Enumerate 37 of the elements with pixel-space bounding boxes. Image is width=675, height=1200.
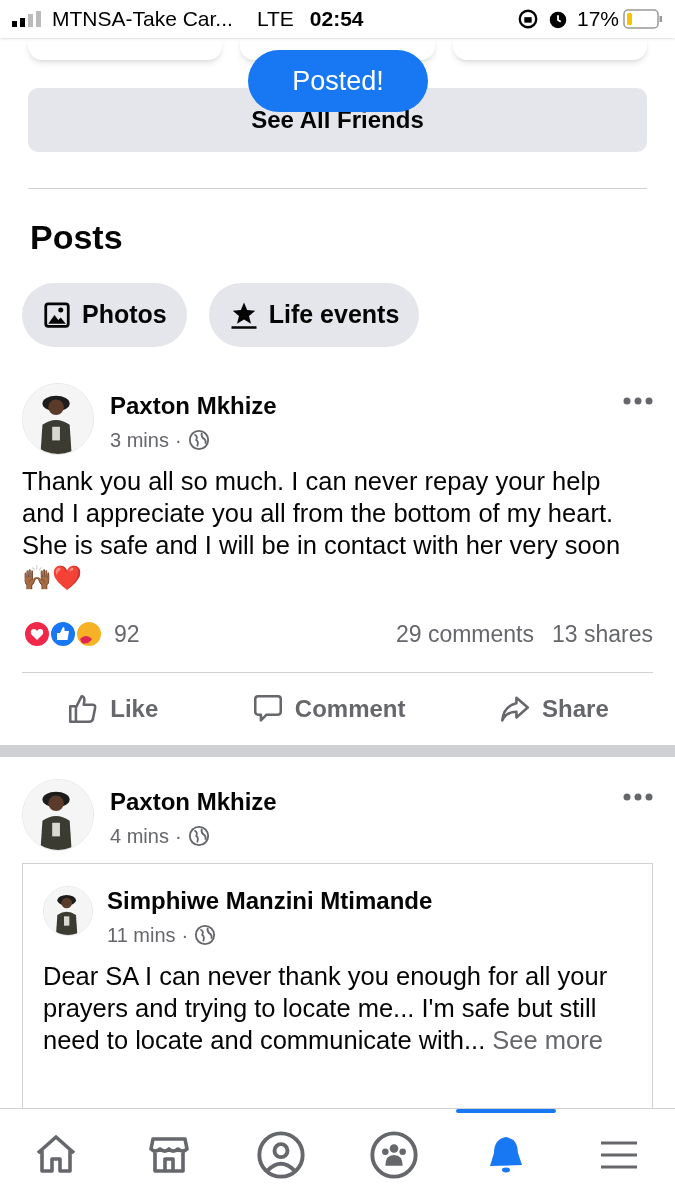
separator-dot: · [174, 823, 182, 849]
globe-icon [194, 923, 217, 946]
post-text: Thank you all so much. I can never repay your help and I appreciate you all from the bottom of my heart. She is safe and I will be in contact with her very soon [21, 466, 622, 561]
section-title: Posts [29, 217, 124, 257]
globe-icon [187, 429, 210, 451]
post-action[interactable]: Share [498, 690, 609, 727]
emoji: 🙌🏾❤ [21, 563, 83, 594]
more-icon[interactable] [623, 397, 653, 405]
groups-icon[interactable] [367, 1128, 420, 1181]
see-more-link[interactable]: See more [492, 1025, 603, 1054]
battery-icon [623, 9, 663, 29]
shares-count[interactable]: 13 shares [552, 617, 653, 652]
post-text: Dear SA I can never thank you enough for all your prayers and trying to locate me... I'm safe but still need to locate and communicate with... See more [42, 960, 609, 1056]
signal-icon [12, 11, 44, 27]
author-name[interactable]: Paxton Mkhize [110, 786, 277, 817]
photos-icon [42, 300, 72, 330]
post-time: 3 mins [110, 428, 169, 453]
battery-percent: 17% [576, 6, 619, 33]
carrier-name: MTNSA-Take Car... [52, 6, 233, 33]
comments-count[interactable]: 29 comments [395, 617, 534, 652]
more-icon[interactable] [623, 792, 653, 801]
post-time: 4 mins [110, 823, 169, 849]
post-time: 11 mins [107, 922, 176, 948]
clock: 02:54 [309, 6, 364, 33]
rotation-lock-icon [516, 8, 539, 30]
network-type: LTE [256, 6, 294, 33]
filter-chip[interactable]: Photos [22, 283, 187, 347]
post-action[interactable]: Comment [250, 690, 406, 727]
profile-icon[interactable] [255, 1128, 308, 1181]
filter-chip[interactable]: Life events [208, 283, 420, 347]
author-name[interactable]: Paxton Mkhize [110, 391, 277, 421]
post-action[interactable]: Like [66, 690, 159, 727]
reaction-count[interactable]: 92 [114, 617, 140, 652]
separator-dot: · [181, 922, 189, 948]
separator-dot: · [174, 428, 182, 453]
globe-icon [187, 824, 210, 847]
author-name[interactable]: Simphiwe Manzini Mtimande [107, 885, 433, 916]
